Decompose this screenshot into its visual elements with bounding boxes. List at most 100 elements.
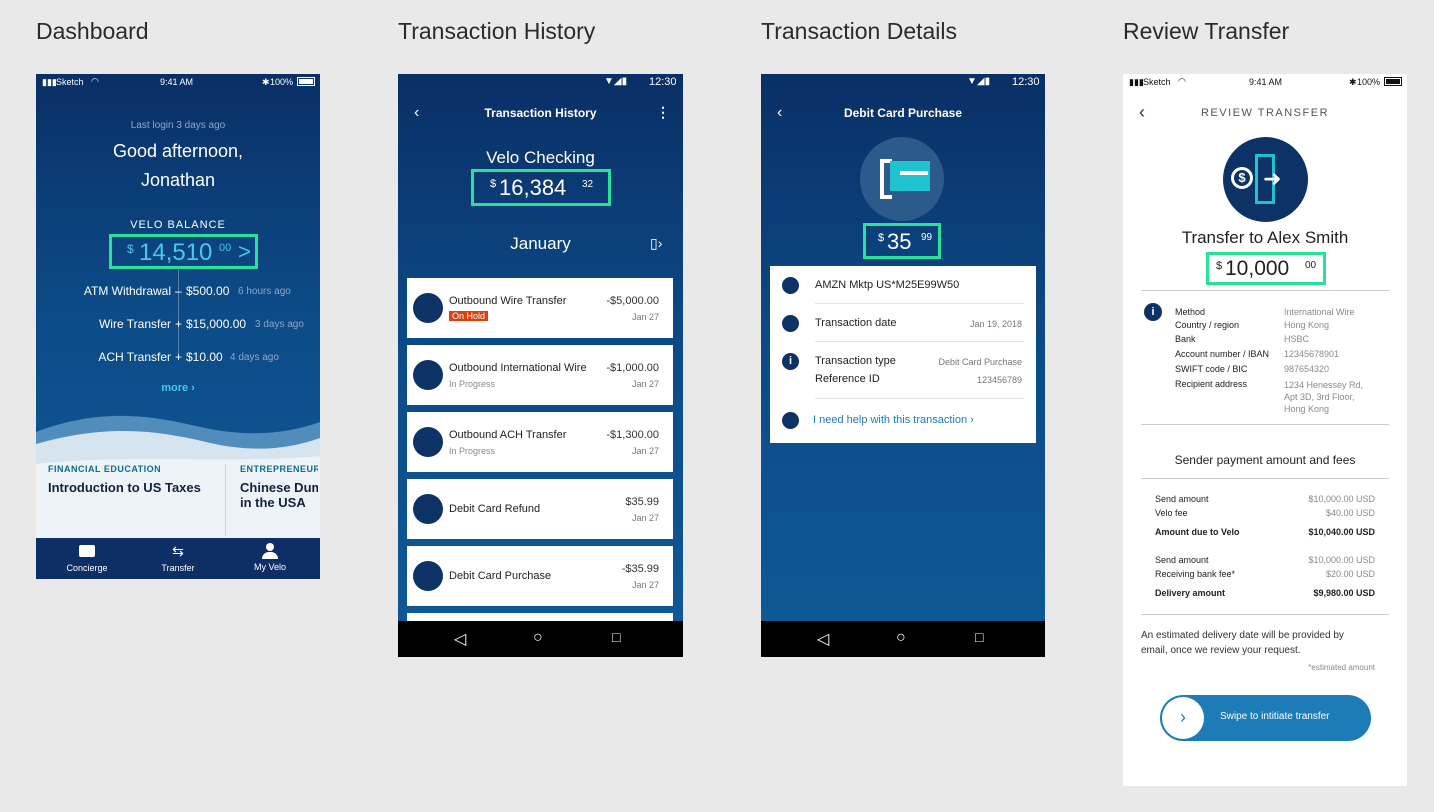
account-name: Velo Checking [486,148,595,167]
card-category: ENTREPRENEURS [240,464,318,474]
dashboard-phone: ▮▮▮ Sketch ◠ 9:41 AM ✱ 100% Last login 3… [36,74,320,579]
balance-label: VELO BALANCE [130,219,226,231]
nav-recents-icon[interactable]: □ [975,629,983,645]
info-icon: i [782,353,799,370]
battery-label: 100% [1357,77,1381,87]
android-nav-bar: ◁ ○ □ [761,621,1045,657]
field-value: 1234 Henessey Rd, Apt 3D, 3rd Floor, Hon… [1284,380,1364,414]
reference-value: 123456789 [976,375,1022,385]
tab-label: My Velo [253,562,286,572]
card-divider [225,464,226,536]
signal-icon: ▮▮▮ [42,77,57,87]
info-icon: i [1144,303,1162,321]
transaction-date: Jan 27 [631,379,659,389]
velo-balance[interactable]: $ 14,510 00 > [109,234,258,269]
fee-value: $10,000.00 USD [1308,494,1375,504]
status-time: 12:30 [1012,76,1040,88]
fee-total-label: Amount due to Velo [1155,527,1240,537]
merchant-name: AMZN Mktp US*M25E99W50 [815,279,960,291]
transaction-date: Jan 27 [631,312,659,322]
fee-label: Receiving bank fee* [1155,569,1236,579]
fee-value: $40.00 USD [1325,508,1375,518]
transaction-date: Jan 27 [631,446,659,456]
review-phone: ▮▮▮ Sketch ◠ 9:41 AM ✱ 100% ‹ REVIEW TRA… [1123,74,1407,786]
transaction-name: Debit Card Purchase [449,570,552,582]
fee-label: Send amount [1155,555,1209,565]
swipe-button[interactable]: › Swipe to intitiate transfer [1160,695,1371,741]
entrepreneurs-card[interactable]: ENTREPRENEURS Chinese Dum in the USA [240,464,318,510]
nav-home-icon[interactable]: ○ [533,629,543,647]
help-link[interactable]: I need help with this transaction › [813,414,974,426]
fees-title: Sender payment amount and fees [1174,453,1356,467]
greeting-line1: Good afternoon, [112,141,244,161]
help-icon [782,412,799,429]
nav-back-icon[interactable]: ◁ [817,629,829,649]
tab-bar: Concierge ⇆ Transfer My Velo [36,538,320,579]
transaction-card[interactable]: Outbound Wire Transfer On Hold -$5,000.0… [407,278,673,338]
activity-time: 3 days ago [255,319,304,330]
card-title: Introduction to US Taxes [48,480,201,495]
status-time: 9:41 AM [160,77,194,87]
field-label: Recipient address [1175,379,1248,389]
details-screen-title: Transaction Details [761,18,958,44]
balance-cents: 32 [582,179,594,190]
recipient-heading: Transfer to Alex Smith [1181,228,1349,247]
status-time: 9:41 AM [1249,77,1283,87]
field-label: Method [1175,307,1206,317]
status-badge: On Hold [449,311,489,321]
export-icon[interactable]: ▯› [650,235,662,252]
transaction-card[interactable]: Outbound ACH Transfer In Progress -$1,30… [407,412,673,472]
details-phone: ▼◢▮ 12:30 ‹ Debit Card Purchase $ 35 99 … [761,74,1045,657]
transaction-card[interactable]: Debit Card Purchase -$35.99 Jan 27 [407,546,673,606]
wire-transfer-icon [413,293,443,323]
wifi-icon: ▼◢▮ [604,76,628,87]
battery-label: 100% [270,77,294,87]
ios-status-bar: ▮▮▮ Sketch ◠ 9:41 AM ✱ 100% [1123,74,1407,90]
transaction-card[interactable]: Debit Card Refund $35.99 Jan 27 [407,479,673,539]
transaction-date: Jan 27 [631,580,659,590]
transaction-status: In Progress [449,379,496,389]
amount-cents: 00 [1305,260,1317,271]
more-link[interactable]: more › [36,382,320,394]
international-wire-icon [413,360,443,390]
transfer-icon: $ ➜ [1223,137,1308,222]
person-icon [266,543,274,551]
debit-card-icon [413,561,443,591]
swipe-handle-chevron-icon[interactable]: › [1162,697,1204,739]
nav-back-icon[interactable]: ◁ [454,629,466,649]
tab-concierge[interactable]: Concierge [56,543,118,573]
history-screen-title: Transaction History [398,18,596,44]
transaction-card[interactable]: Outbound International Wire In Progress … [407,345,673,405]
swipe-label: Swipe to intitiate transfer [1220,711,1330,722]
transaction-amount: $ 35 99 [863,223,941,259]
tab-label: Transfer [161,563,195,573]
delivery-value: $9,980.00 USD [1313,588,1375,598]
transaction-status: In Progress [449,446,496,456]
education-card[interactable]: FINANCIAL EDUCATION Introduction to US T… [48,464,218,495]
currency-symbol: $ [490,178,497,190]
battery-icon [297,77,315,86]
more-menu-icon[interactable]: ⋮ [656,104,670,121]
delivery-label: Delivery amount [1155,588,1226,598]
fee-total-value: $10,040.00 USD [1308,527,1375,537]
activity-label: ACH Transfer [98,350,171,364]
nav-recents-icon[interactable]: □ [612,629,620,645]
type-label: Transaction type [815,355,896,367]
tab-label: Concierge [66,563,108,573]
tab-transfer[interactable]: ⇆ Transfer [147,543,209,573]
nav-home-icon[interactable]: ○ [896,629,906,647]
reference-label: Reference ID [815,373,880,385]
arrow-right-icon: ➜ [1263,166,1282,191]
review-screen-title: Review Transfer [1123,18,1290,44]
bluetooth-icon: ✱ [1349,77,1357,87]
activity-label: Wire Transfer [98,317,171,331]
transaction-amount: -$5,000.00 [606,295,659,307]
footnote: *estimated amount [1308,663,1375,672]
tab-my-velo[interactable]: My Velo [239,543,301,572]
field-value: Hong Kong [1284,320,1330,330]
android-nav-bar: ◁ ○ □ [398,621,683,657]
card-title: Chinese Dum in the USA [240,480,318,510]
activity-label: ATM Withdrawal [83,284,171,298]
field-label: Country / region [1175,320,1240,330]
details-title: Debit Card Purchase [843,106,963,120]
